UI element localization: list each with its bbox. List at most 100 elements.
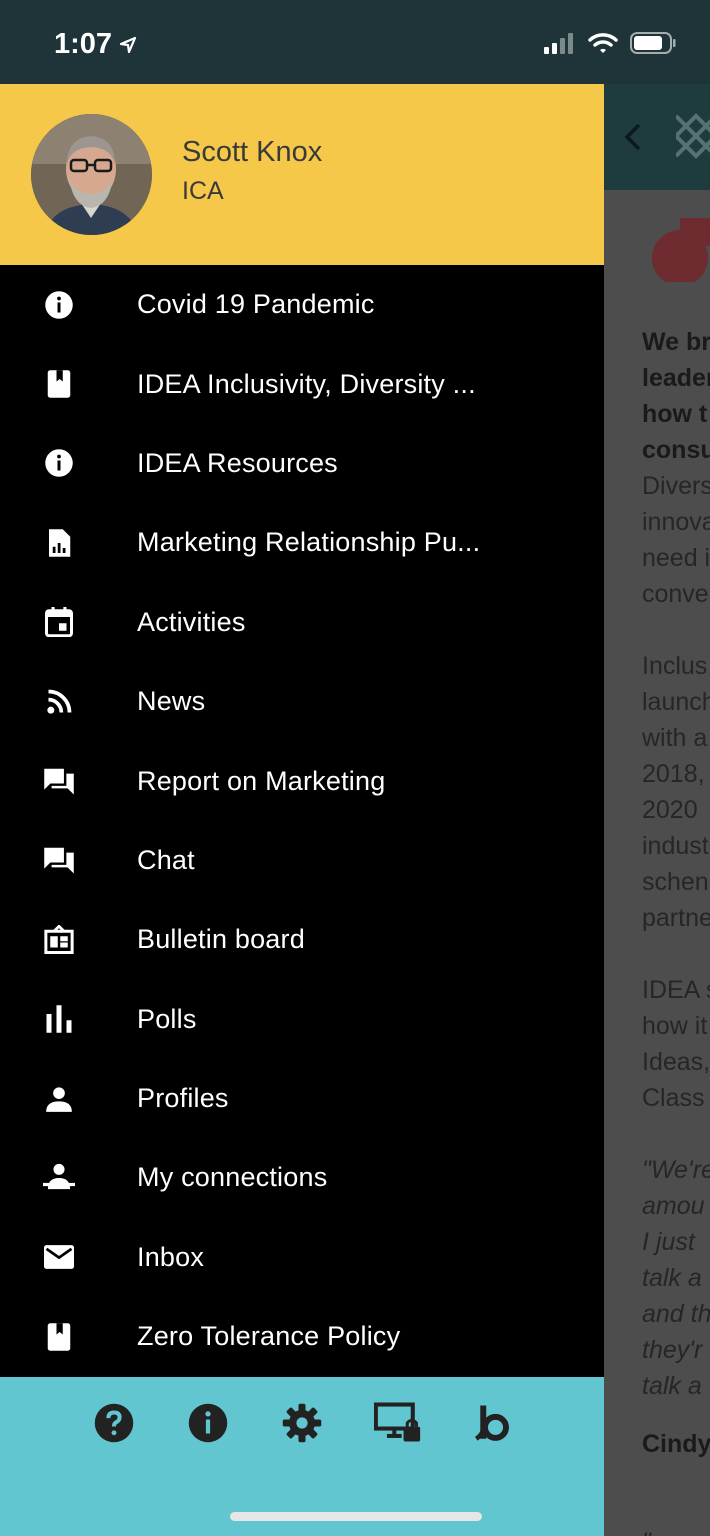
brand-button[interactable] — [470, 1401, 514, 1445]
article-line: how it — [642, 1012, 708, 1040]
menu-item-label: Inbox — [137, 1241, 205, 1272]
article-logo-graphic — [652, 218, 710, 282]
drawer-menu: Covid 19 Pandemic IDEA Inclusivity, Diver… — [0, 265, 604, 1376]
calendar-icon — [43, 606, 75, 638]
profile-name: Scott Knox — [182, 136, 323, 168]
article-line: with a — [642, 724, 708, 752]
profile-organization: ICA — [182, 177, 224, 205]
article-line: innova — [642, 508, 710, 536]
background-app-header — [604, 84, 710, 190]
menu-item-news[interactable]: News — [0, 662, 604, 741]
article-line: they'r — [642, 1336, 703, 1364]
profile-header[interactable]: Scott Knox ICA — [0, 84, 604, 265]
menu-item-label: Report on Marketing — [137, 765, 386, 796]
book-icon — [43, 1321, 75, 1353]
avatar-photo — [31, 114, 152, 235]
menu-item-label: IDEA Inclusivity, Diversity ... — [137, 368, 476, 399]
help-icon — [94, 1403, 134, 1443]
bulletin-board-icon — [43, 924, 75, 956]
mail-icon — [43, 1241, 75, 1273]
rss-icon — [43, 686, 75, 718]
article-line: leader — [642, 364, 710, 392]
menu-item-activities[interactable]: Activities — [0, 583, 604, 662]
article-line: Divers — [642, 472, 710, 500]
menu-item-label: Polls — [137, 1003, 197, 1034]
screen-lock-button[interactable] — [374, 1401, 422, 1445]
menu-item-zero-tolerance-policy[interactable]: Zero Tolerance Policy — [0, 1297, 604, 1376]
back-chevron-icon[interactable] — [622, 122, 644, 152]
article-signature: Cindy — [642, 1430, 710, 1458]
status-icons — [544, 32, 676, 54]
pattern-logo-icon — [676, 113, 710, 159]
background-article[interactable]: We br leader how t consu Divers innova need i c… — [604, 84, 710, 1536]
navigation-drawer: Scott Knox ICA Covid 19 Pandemic IDEA Inc… — [0, 84, 604, 1536]
status-time-wrap: 1:07 — [54, 28, 138, 61]
wifi-icon — [588, 33, 618, 53]
menu-item-label: My connections — [137, 1162, 328, 1193]
article-line: consu — [642, 436, 710, 464]
help-button[interactable] — [92, 1401, 136, 1445]
article-line: 2018, — [642, 760, 705, 788]
article-line: and th — [642, 1300, 710, 1328]
article-line: talk a — [642, 1264, 702, 1292]
menu-item-label: Marketing Relationship Pu... — [137, 527, 481, 558]
menu-item-inbox[interactable]: Inbox — [0, 1218, 604, 1297]
screen-lock-icon — [374, 1402, 421, 1442]
article-line: amou — [642, 1192, 705, 1220]
menu-item-label: Zero Tolerance Policy — [137, 1321, 401, 1352]
article-line: Ideas, — [642, 1048, 710, 1076]
cellular-signal-icon — [544, 33, 573, 54]
article-line: indust — [642, 832, 709, 860]
article-line: "...we — [642, 1524, 704, 1536]
person-icon — [43, 1083, 75, 1115]
menu-item-label: Covid 19 Pandemic — [137, 289, 375, 320]
menu-item-label: IDEA Resources — [137, 447, 338, 478]
settings-button[interactable] — [280, 1401, 324, 1445]
menu-item-polls[interactable]: Polls — [0, 980, 604, 1059]
article-line: partne — [642, 904, 710, 932]
info-icon — [43, 289, 75, 321]
brand-b-icon — [474, 1405, 509, 1441]
article-line: Inclus — [642, 652, 708, 680]
report-icon — [43, 527, 75, 559]
menu-item-chat[interactable]: Chat — [0, 821, 604, 900]
article-line: Class — [642, 1084, 705, 1112]
forum-icon — [43, 844, 75, 876]
connections-icon — [43, 1162, 75, 1194]
article-line: how t — [642, 400, 708, 428]
menu-item-my-connections[interactable]: My connections — [0, 1138, 604, 1217]
menu-item-label: Profiles — [137, 1083, 229, 1114]
location-arrow-icon — [119, 36, 137, 53]
info-icon — [43, 447, 75, 479]
info-button[interactable] — [186, 1401, 230, 1445]
article-line: I just — [642, 1228, 695, 1256]
article-line: launch — [642, 688, 710, 716]
menu-item-bulletin-board[interactable]: Bulletin board — [0, 900, 604, 979]
status-time: 1:07 — [54, 28, 113, 60]
article-line: need i — [642, 544, 710, 572]
menu-item-label: Chat — [137, 844, 195, 875]
article-line: talk a — [642, 1372, 702, 1400]
avatar[interactable] — [31, 114, 152, 235]
forum-icon — [43, 765, 75, 797]
battery-icon — [630, 32, 676, 54]
menu-item-idea-inclusivity-diversity[interactable]: IDEA Inclusivity, Diversity ... — [0, 344, 604, 423]
bar-chart-icon — [43, 1003, 75, 1035]
article-line: IDEA s — [642, 976, 710, 1004]
article-line: "We're — [642, 1156, 710, 1184]
article-line: schen — [642, 868, 709, 896]
article-line: conve — [642, 580, 709, 608]
menu-item-covid-19-pandemic[interactable]: Covid 19 Pandemic — [0, 265, 604, 344]
info-icon — [188, 1403, 228, 1443]
status-bar: 1:07 — [0, 0, 710, 84]
article-line: We br — [642, 328, 710, 356]
article-line: 2020 — [642, 796, 698, 824]
menu-item-report-on-marketing[interactable]: Report on Marketing — [0, 741, 604, 820]
book-icon — [43, 368, 75, 400]
menu-item-profiles[interactable]: Profiles — [0, 1059, 604, 1138]
menu-item-label: Activities — [137, 606, 246, 637]
settings-icon — [282, 1403, 322, 1443]
menu-item-idea-resources[interactable]: IDEA Resources — [0, 424, 604, 503]
menu-item-marketing-relationship-pu[interactable]: Marketing Relationship Pu... — [0, 503, 604, 582]
menu-item-label: Bulletin board — [137, 924, 305, 955]
